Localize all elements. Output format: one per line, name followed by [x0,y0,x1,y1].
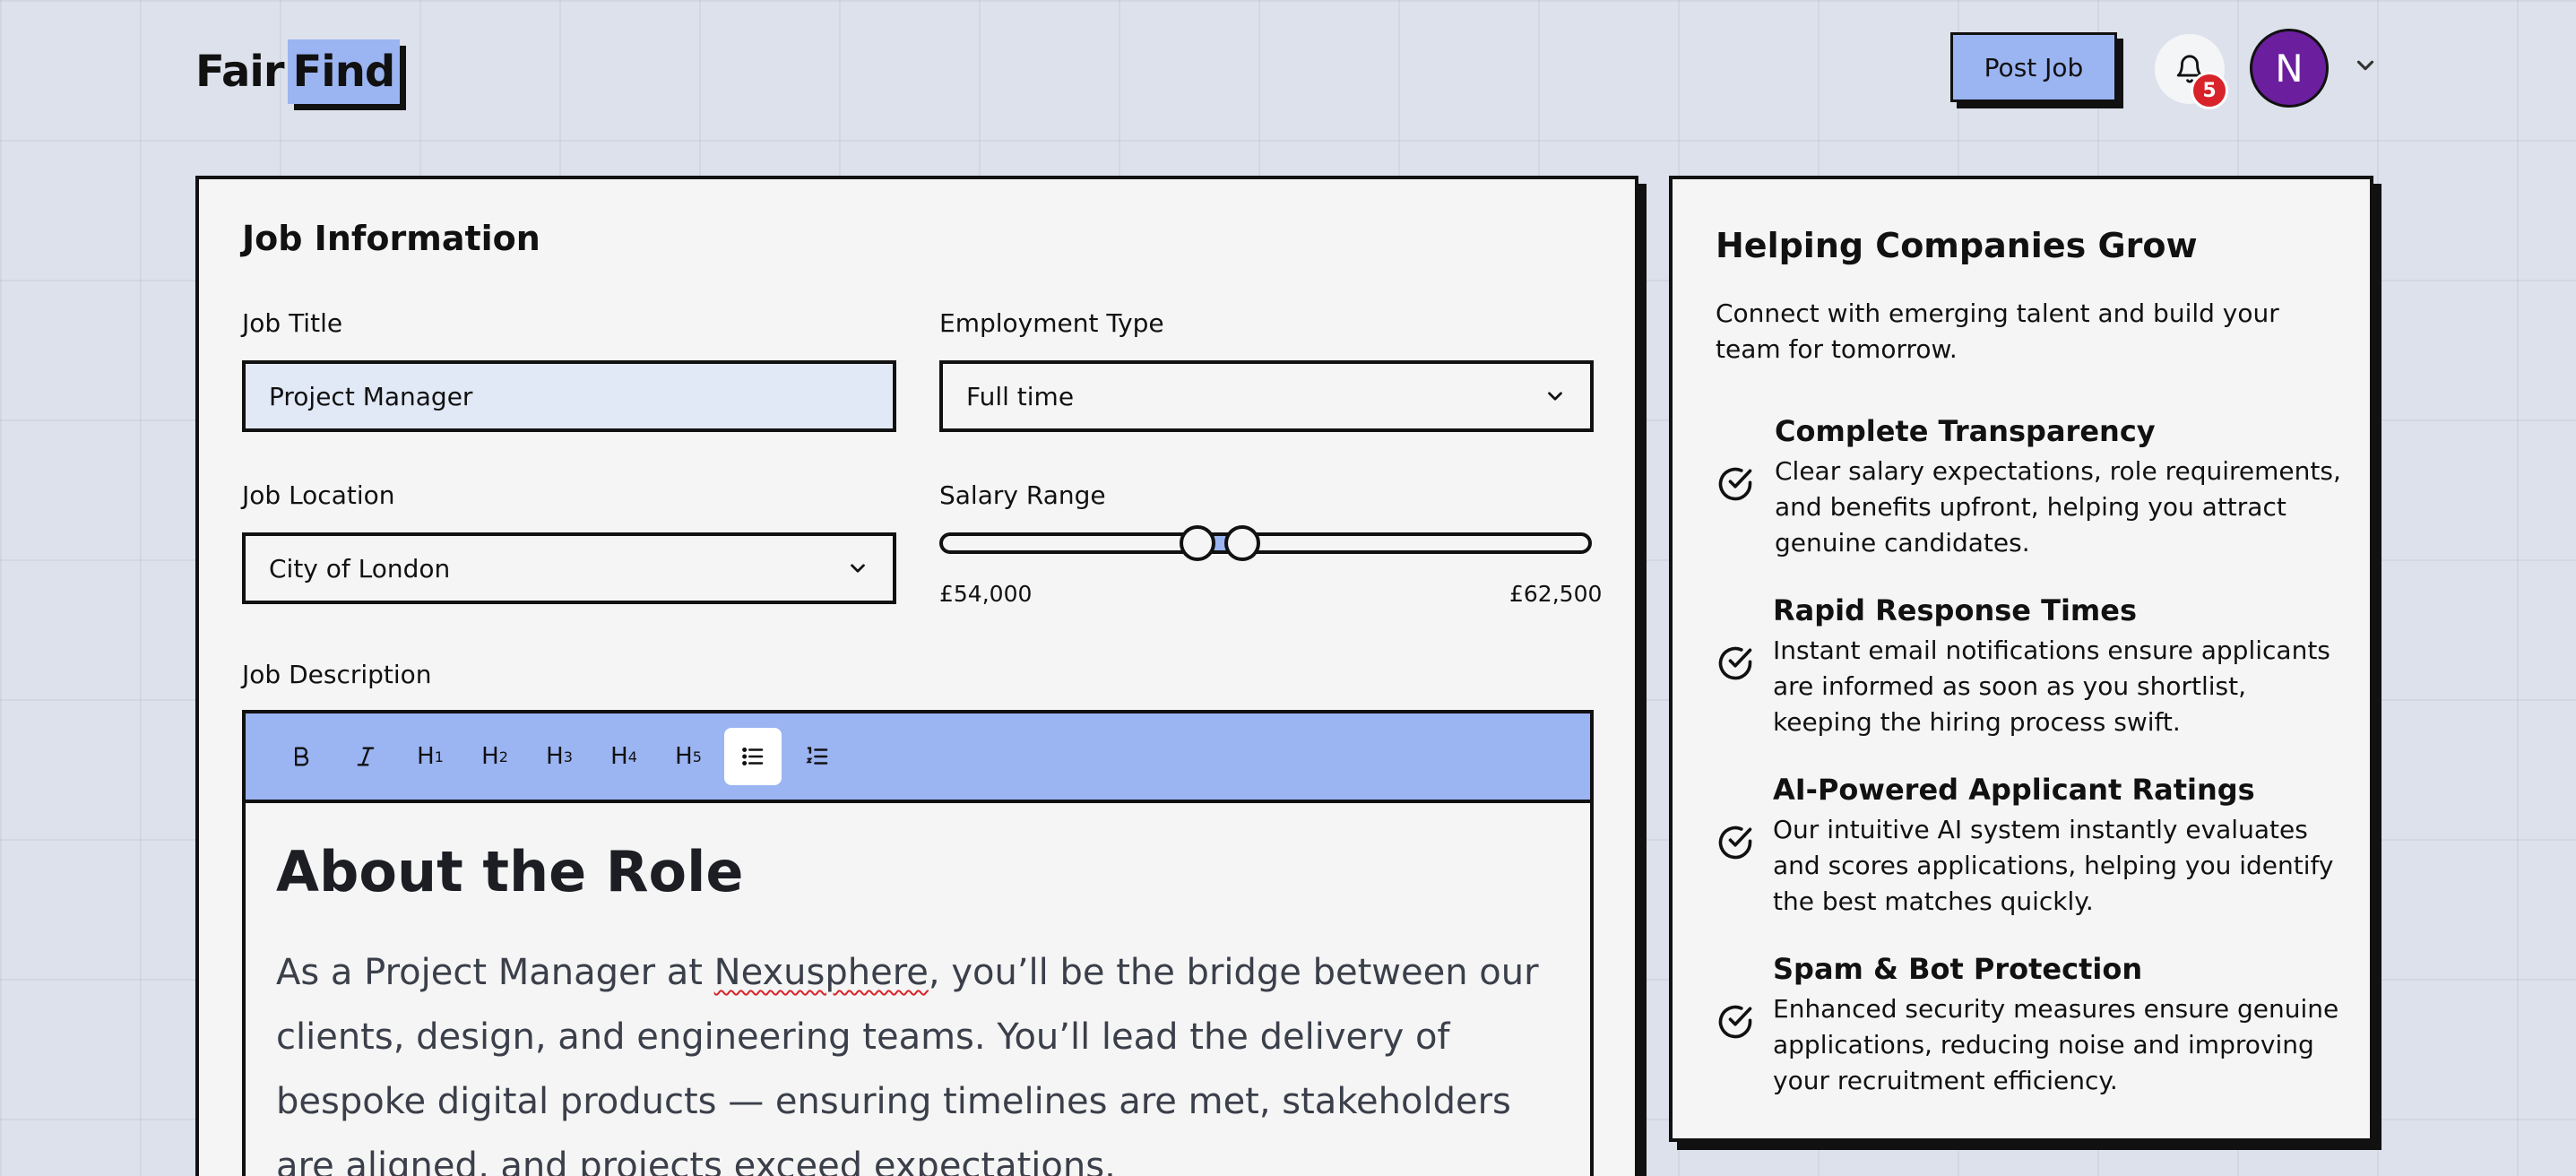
salary-range-label: Salary Range [939,480,1106,510]
chevron-down-icon[interactable] [2352,52,2379,79]
post-job-button[interactable]: Post Job [1950,32,2117,102]
bullet-list-icon [742,748,764,765]
notifications-button[interactable]: 5 [2155,34,2228,109]
salary-min-thumb[interactable] [1180,525,1215,561]
panel-title: Helping Companies Grow [1716,226,2198,265]
brand-logo[interactable]: Fair Find [195,39,401,104]
feature-description: Instant email notifications ensure appli… [1773,636,2330,737]
editor-toolbar: H1 H2 H3 H4 H5 [246,713,1590,803]
salary-slider-track[interactable] [939,532,1592,554]
job-information-title: Job Information [242,219,540,258]
check-circle-icon [1718,646,1752,680]
feature-description: Enhanced security measures ensure genuin… [1773,994,2339,1095]
italic-button[interactable] [337,728,394,785]
feature-description: Clear salary expectations, role requirem… [1775,456,2341,558]
user-avatar[interactable]: N [2250,29,2329,108]
feature-title: Spam & Bot Protection [1773,952,2143,986]
heading-1-button[interactable]: H1 [402,728,459,785]
job-location-value: City of London [269,553,451,584]
check-circle-icon [1718,467,1752,501]
spellcheck-word: Nexusphere [713,952,929,993]
bold-button[interactable] [272,728,330,785]
check-circle-icon [1718,826,1752,860]
salary-max-thumb[interactable] [1224,525,1260,561]
job-location-select[interactable]: City of London [242,532,896,604]
heading-4-button[interactable]: H4 [595,728,653,785]
italic-icon [357,747,375,766]
brand-logo-part1: Fair [195,47,284,97]
bold-icon [295,747,309,766]
chevron-down-icon [1548,392,1562,401]
heading-3-button[interactable]: H3 [531,728,588,785]
job-location-label: Job Location [242,480,395,510]
notification-count-badge: 5 [2191,72,2228,109]
panel-subtitle: Connect with emerging talent and build y… [1716,298,2279,364]
job-title-input[interactable]: Project Manager [242,360,896,432]
feature-title: Rapid Response Times [1773,593,2137,627]
feature-description: Our intuitive AI system instantly evalua… [1773,815,2334,916]
job-title-label: Job Title [242,308,343,338]
helping-companies-card: Helping Companies Grow Connect with emer… [1669,176,2373,1142]
employment-type-label: Employment Type [939,308,1164,338]
check-circle-icon [1718,1005,1752,1039]
job-description-editor[interactable]: H1 H2 H3 H4 H5 About the Role As a Proje… [242,710,1594,1176]
salary-max-value: £62,500 [1509,581,1603,607]
heading-2-button[interactable]: H2 [466,728,523,785]
editor-heading: About the Role [276,839,744,904]
editor-content[interactable]: About the Role As a Project Manager at N… [246,803,1590,1176]
feature-title: AI-Powered Applicant Ratings [1773,773,2255,807]
numbered-list-icon [806,747,828,765]
job-description-label: Job Description [242,660,432,689]
salary-min-value: £54,000 [939,581,1033,607]
chevron-down-icon [851,564,865,573]
brand-logo-part2: Find [287,39,401,104]
feature-title: Complete Transparency [1775,414,2156,448]
numbered-list-button[interactable] [789,728,846,785]
employment-type-select[interactable]: Full time [939,360,1594,432]
employment-type-value: Full time [966,381,1075,411]
bullet-list-button[interactable] [724,728,782,785]
job-information-card: Job Information Job Title Project Manage… [195,176,1638,1176]
editor-paragraph: As a Project Manager at Nexusphere, you’… [276,952,1539,1176]
heading-5-button[interactable]: H5 [660,728,717,785]
job-title-value: Project Manager [269,381,473,411]
